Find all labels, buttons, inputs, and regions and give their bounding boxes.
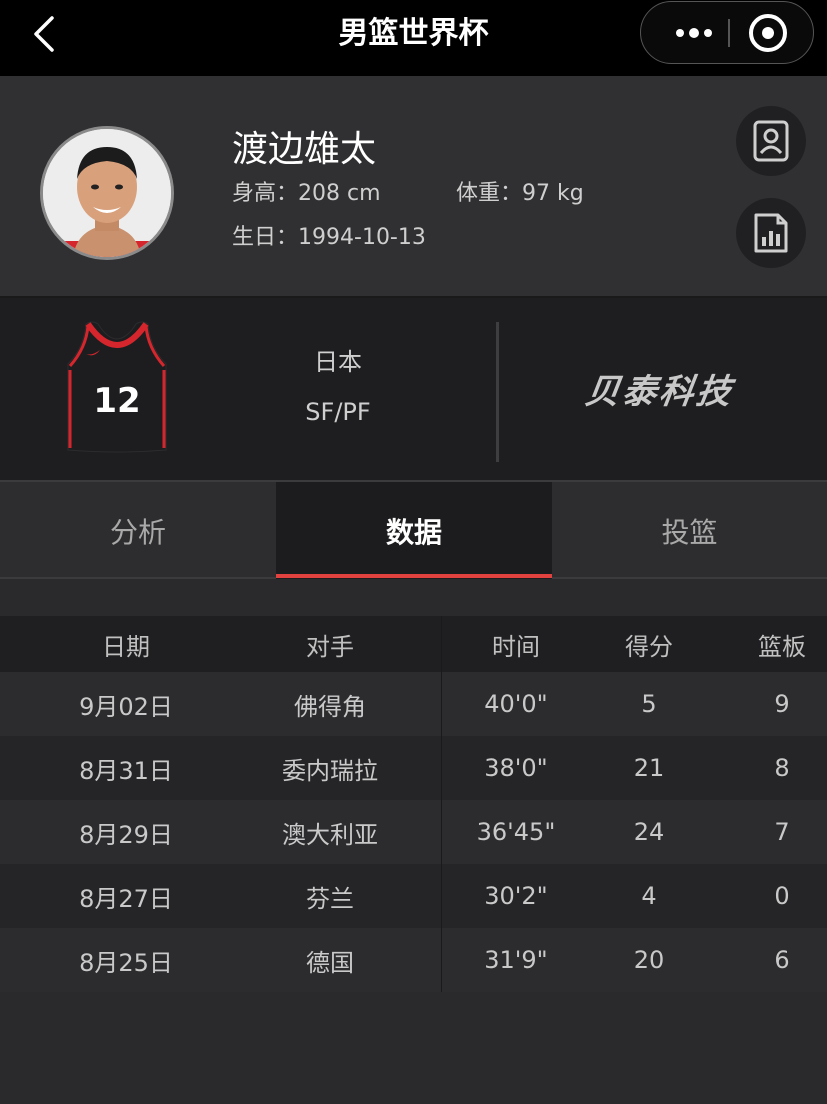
more-dot (689, 27, 699, 38)
cell-date: 9月02日 (79, 692, 173, 721)
avatar (40, 126, 174, 260)
jersey-number: 12 (93, 381, 140, 421)
sponsor-logo: 贝泰科技 (582, 372, 737, 412)
tab-shooting[interactable]: 投篮 (552, 482, 827, 579)
capsule-divider (728, 19, 730, 47)
cell-date: 8月29日 (79, 820, 173, 849)
birthday-info: 生日：1994-10-13 (232, 219, 426, 251)
bar-chart-doc-icon (754, 213, 788, 253)
weight-value: 97 kg (522, 181, 584, 206)
more-button[interactable] (661, 2, 727, 63)
player-photo (43, 129, 171, 257)
table-row[interactable]: 9月02日 佛得角 40'0" 5 9 (0, 672, 827, 736)
header-points: 得分 (625, 632, 673, 661)
cell-time: 30'2" (484, 882, 548, 910)
cell-date: 8月31日 (79, 756, 173, 785)
more-dot (704, 28, 712, 37)
cell-time: 40'0" (484, 690, 548, 718)
birthday-label: 生日： (232, 225, 299, 250)
cell-date: 8月25日 (79, 948, 173, 977)
tab-analysis[interactable]: 分析 (0, 482, 276, 579)
header-time: 时间 (492, 632, 540, 661)
jersey-image: 12 (67, 321, 167, 453)
cell-points: 4 (641, 882, 657, 910)
cell-points: 21 (633, 754, 665, 782)
cell-points: 5 (641, 690, 657, 718)
team-band: 12 日本 SF/PF 贝泰科技 (0, 296, 827, 480)
cell-points: 20 (633, 946, 665, 974)
team-country: 日本 (314, 348, 362, 376)
team-divider (496, 322, 499, 462)
close-button[interactable] (749, 14, 787, 52)
header-rebounds: 篮板 (758, 632, 806, 661)
cell-points: 24 (633, 818, 665, 846)
more-dots-icon (676, 28, 684, 37)
table-row[interactable]: 8月29日 澳大利亚 36'45" 24 7 (0, 800, 827, 864)
target-close-icon (762, 27, 774, 39)
player-position: SF/PF (305, 398, 371, 426)
table-row[interactable]: 8月31日 委内瑞拉 38'0" 21 8 (0, 736, 827, 800)
cell-rebounds: 7 (774, 818, 790, 846)
tab-data[interactable]: 数据 (276, 482, 552, 579)
cell-date: 8月27日 (79, 884, 173, 913)
tab-bar: 分析 数据 投篮 (0, 480, 827, 579)
person-card-icon (753, 120, 789, 162)
table-row[interactable]: 8月25日 德国 31'9" 20 6 (0, 928, 827, 992)
cell-opponent: 德国 (306, 948, 354, 977)
header-date: 日期 (102, 632, 150, 661)
cell-opponent: 芬兰 (306, 884, 354, 913)
weight-info: 体重：97 kg (456, 175, 584, 207)
active-tab-indicator (276, 574, 552, 578)
weight-label: 体重： (456, 181, 523, 206)
birthday-value: 1994-10-13 (298, 225, 426, 250)
profile-card-button[interactable] (736, 106, 806, 176)
cell-rebounds: 8 (774, 754, 790, 782)
cell-opponent: 澳大利亚 (282, 820, 378, 849)
cell-time: 38'0" (484, 754, 548, 782)
cell-rebounds: 6 (774, 946, 790, 974)
cell-rebounds: 9 (774, 690, 790, 718)
stats-report-button[interactable] (736, 198, 806, 268)
table-row[interactable]: 8月27日 芬兰 30'2" 4 0 (0, 864, 827, 928)
cell-opponent: 委内瑞拉 (282, 756, 378, 785)
player-profile: 渡边雄太 身高：208 cm 体重：97 kg 生日：1994-10-13 (0, 76, 827, 296)
table-header: 日期 对手 时间 得分 篮板 (0, 616, 827, 672)
player-name: 渡边雄太 (232, 129, 377, 170)
cell-opponent: 佛得角 (294, 692, 366, 721)
height-info: 身高：208 cm (232, 175, 381, 207)
height-label: 身高： (232, 181, 299, 206)
height-value: 208 cm (298, 181, 381, 206)
header-opponent: 对手 (306, 632, 354, 661)
cell-rebounds: 0 (774, 882, 790, 910)
top-nav-bar: 男篮世界杯 (0, 0, 827, 76)
mini-program-capsule (640, 1, 814, 64)
game-stats-table: 日期 对手 时间 得分 篮板 9月02日 佛得角 40'0" 5 9 8月31日… (0, 616, 827, 992)
cell-time: 31'9" (484, 946, 548, 974)
cell-time: 36'45" (476, 818, 556, 846)
